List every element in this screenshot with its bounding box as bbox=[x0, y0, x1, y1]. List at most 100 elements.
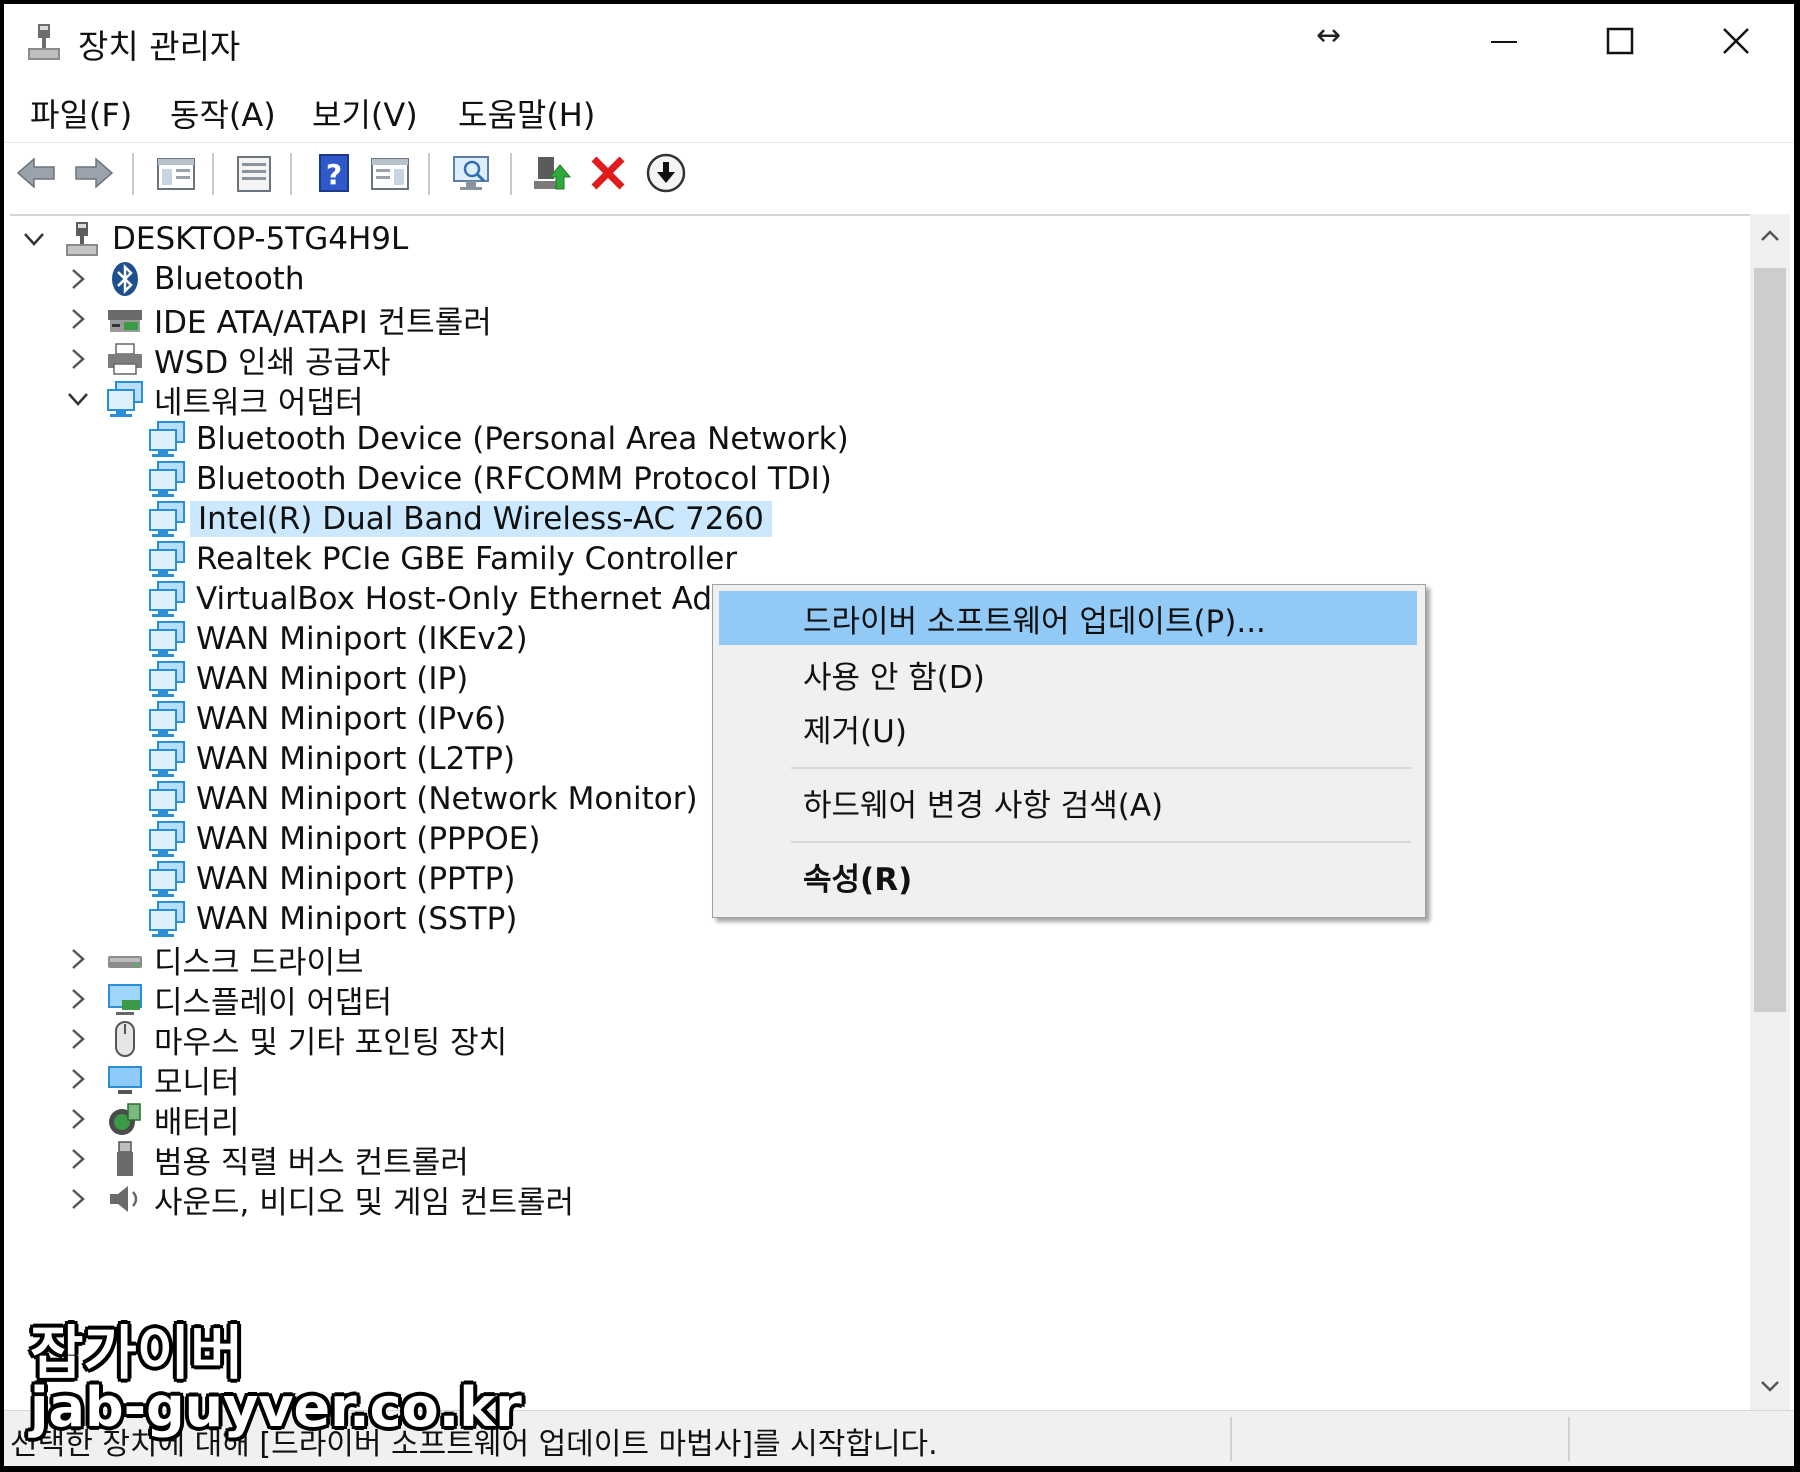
chevron-right-icon[interactable] bbox=[66, 1107, 90, 1131]
tree-label: 사운드, 비디오 및 게임 컨트롤러 bbox=[154, 1184, 575, 1221]
tree-label: IDE ATA/ATAPI 컨트롤러 bbox=[154, 304, 492, 341]
menu-item-properties[interactable]: 속성(R) bbox=[719, 849, 1417, 903]
chevron-right-icon[interactable] bbox=[66, 1147, 90, 1171]
chevron-right-icon[interactable] bbox=[66, 1067, 90, 1091]
network-adapter-icon bbox=[149, 861, 185, 897]
watermark-url: jab-guyver.co.kr bbox=[30, 1376, 522, 1439]
menu-help[interactable]: 도움말(H) bbox=[458, 90, 595, 136]
chevron-right-icon[interactable] bbox=[66, 947, 90, 971]
menu-item-label: 드라이버 소프트웨어 업데이트(P)... bbox=[803, 603, 1266, 640]
update-driver-icon[interactable] bbox=[530, 151, 574, 195]
chevron-right-icon[interactable] bbox=[66, 987, 90, 1011]
status-divider bbox=[1230, 1417, 1232, 1461]
tree-label: DESKTOP-5TG4H9L bbox=[112, 221, 409, 257]
tree-label: WSD 인쇄 공급자 bbox=[154, 344, 391, 381]
context-menu: 드라이버 소프트웨어 업데이트(P)... 사용 안 함(D) 제거(U) 하드… bbox=[712, 584, 1426, 918]
disable-device-icon[interactable] bbox=[644, 151, 688, 195]
ide-controller-icon bbox=[108, 310, 142, 332]
tree-category-sound[interactable]: 사운드, 비디오 및 게임 컨트롤러 bbox=[66, 1176, 574, 1222]
properties-icon[interactable] bbox=[232, 151, 276, 195]
scroll-up-button[interactable] bbox=[1750, 216, 1790, 256]
maximize-button[interactable] bbox=[1562, 4, 1678, 78]
menu-action[interactable]: 동작(A) bbox=[170, 90, 276, 136]
battery-icon bbox=[109, 1103, 141, 1135]
network-adapter-icon bbox=[149, 461, 185, 497]
tree-label: WAN Miniport (L2TP) bbox=[196, 741, 516, 777]
window-title: 장치 관리자 bbox=[78, 27, 241, 66]
svg-text:?: ? bbox=[326, 158, 342, 191]
mouse-icon bbox=[115, 1021, 135, 1057]
chevron-right-icon[interactable] bbox=[66, 347, 90, 371]
forward-arrow-icon[interactable] bbox=[72, 151, 116, 195]
menu-separator bbox=[791, 767, 1411, 769]
menu-separator bbox=[791, 841, 1411, 843]
chevron-right-icon[interactable] bbox=[66, 1027, 90, 1051]
close-button[interactable] bbox=[1678, 4, 1794, 78]
scroll-thumb[interactable] bbox=[1754, 268, 1786, 1012]
tree-label: WAN Miniport (SSTP) bbox=[196, 901, 518, 937]
tree-label: WAN Miniport (IKEv2) bbox=[196, 621, 528, 657]
tree-label: WAN Miniport (IP) bbox=[196, 661, 469, 697]
menu-item-scan-hardware[interactable]: 하드웨어 변경 사항 검색(A) bbox=[719, 775, 1417, 829]
chevron-right-icon[interactable] bbox=[66, 307, 90, 331]
tree-label: WAN Miniport (PPPOE) bbox=[196, 821, 541, 857]
help-icon[interactable]: ? bbox=[312, 151, 356, 195]
tree-label: Intel(R) Dual Band Wireless-AC 7260 bbox=[190, 501, 772, 537]
menu-item-label: 제거(U) bbox=[803, 713, 907, 750]
minimize-icon bbox=[1491, 41, 1517, 43]
toolbar-separator bbox=[428, 153, 430, 195]
tree-label: VirtualBox Host-Only Ethernet Adap bbox=[196, 581, 751, 617]
tree-label: 디스크 드라이브 bbox=[154, 944, 364, 981]
uninstall-icon[interactable] bbox=[586, 151, 630, 195]
chevron-down-icon[interactable] bbox=[22, 227, 46, 251]
network-adapter-icon bbox=[149, 901, 185, 937]
toolbar-separator bbox=[290, 153, 292, 195]
network-adapter-icon bbox=[149, 581, 185, 617]
network-adapter-icon bbox=[149, 621, 185, 657]
action-pane-icon[interactable] bbox=[368, 151, 412, 195]
tree-label: 네트워크 어댑터 bbox=[154, 384, 364, 421]
minimize-button[interactable] bbox=[1446, 4, 1562, 78]
back-arrow-icon[interactable] bbox=[14, 151, 58, 195]
tree-label: 모니터 bbox=[154, 1064, 240, 1101]
printer-icon bbox=[108, 343, 142, 375]
menu-item-disable[interactable]: 사용 안 함(D) bbox=[719, 647, 1417, 701]
network-adapter-icon bbox=[149, 741, 185, 777]
chevron-down-icon[interactable] bbox=[66, 387, 90, 411]
menu-file[interactable]: 파일(F) bbox=[30, 90, 132, 136]
network-adapter-icon bbox=[107, 381, 143, 417]
chevron-right-icon[interactable] bbox=[66, 1187, 90, 1211]
menu-item-update-driver[interactable]: 드라이버 소프트웨어 업데이트(P)... bbox=[719, 591, 1417, 645]
sound-icon bbox=[110, 1186, 138, 1212]
chevron-right-icon[interactable] bbox=[66, 267, 90, 291]
tree-label: WAN Miniport (PPTP) bbox=[196, 861, 516, 897]
tree-label: WAN Miniport (Network Monitor) bbox=[196, 781, 698, 817]
maximize-icon bbox=[1606, 27, 1634, 55]
chevron-up-icon bbox=[1761, 230, 1779, 241]
show-hide-console-tree-icon[interactable] bbox=[154, 151, 198, 195]
tree-label: Realtek PCIe GBE Family Controller bbox=[196, 541, 738, 577]
scan-hardware-icon[interactable] bbox=[450, 151, 494, 195]
tree-label: Bluetooth Device (Personal Area Network) bbox=[196, 421, 849, 457]
toolbar-separator bbox=[510, 153, 512, 195]
menu-bar: 파일(F) 동작(A) 보기(V) 도움말(H) bbox=[4, 78, 1794, 142]
menu-item-uninstall[interactable]: 제거(U) bbox=[719, 701, 1417, 755]
vertical-scrollbar[interactable] bbox=[1750, 214, 1790, 1410]
title-bar[interactable]: 장치 관리자 ↔ bbox=[4, 4, 1794, 78]
network-adapter-icon bbox=[149, 821, 185, 857]
network-adapter-icon bbox=[149, 421, 185, 457]
menu-item-label: 사용 안 함(D) bbox=[803, 659, 985, 696]
monitor-icon bbox=[108, 1066, 142, 1094]
resize-horizontal-icon: ↔ bbox=[1316, 18, 1342, 53]
network-adapter-icon bbox=[149, 701, 185, 737]
network-adapter-icon bbox=[149, 661, 185, 697]
toolbar-separator bbox=[212, 153, 214, 195]
menu-view[interactable]: 보기(V) bbox=[312, 90, 418, 136]
display-adapter-icon bbox=[108, 984, 142, 1015]
bluetooth-icon bbox=[112, 262, 138, 296]
close-icon bbox=[1723, 28, 1749, 54]
toolbar: ? bbox=[4, 142, 1794, 205]
tree-label: 마우스 및 기타 포인팅 장치 bbox=[154, 1024, 508, 1061]
tree-label: 디스플레이 어댑터 bbox=[154, 984, 393, 1021]
scroll-down-button[interactable] bbox=[1750, 1366, 1790, 1406]
